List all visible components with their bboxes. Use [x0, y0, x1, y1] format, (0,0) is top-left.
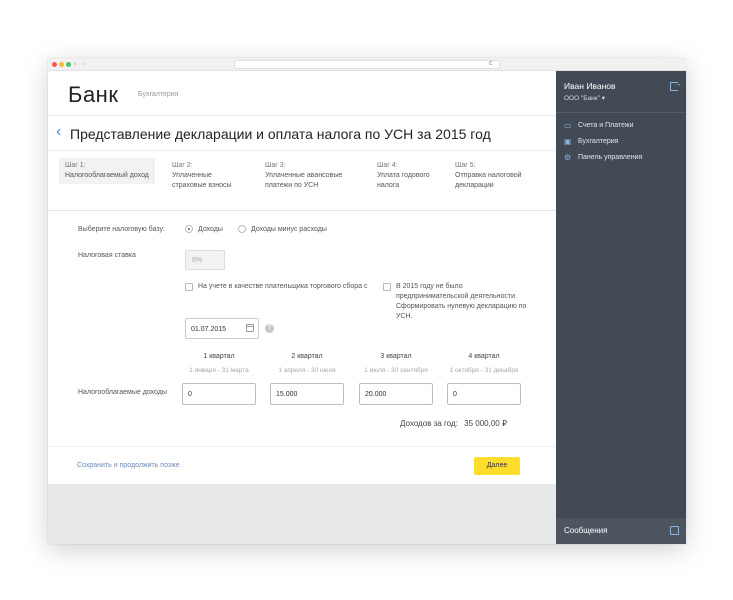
sidebar-item-label: Счета и Платежи — [578, 122, 634, 129]
calendar-icon[interactable] — [246, 324, 254, 332]
close-window-button[interactable] — [52, 62, 57, 67]
quarter-2-title: 2 квартал — [291, 353, 323, 360]
tax-rate-field: 6% — [185, 250, 225, 270]
logout-icon[interactable] — [670, 79, 682, 91]
step-5[interactable]: Шаг 5: Отправка налоговой декларации — [455, 158, 529, 194]
main-content: Банк Бухгалтерия ‹ Представление деклара… — [48, 71, 556, 544]
quarter-3-range: 1 июля - 30 сентября — [364, 367, 428, 374]
annual-income-total: Доходов за год: 35 000,00 ₽ — [400, 419, 507, 428]
wallet-icon: ▭ — [564, 121, 572, 130]
step-number: Шаг 1: — [65, 162, 86, 169]
step-number: Шаг 2: — [172, 162, 193, 169]
radio-income-minus-expenses[interactable] — [238, 225, 246, 233]
sidebar-item-accounting[interactable]: ▣ Бухгалтерия — [564, 137, 618, 147]
sidebar-item-accounts[interactable]: ▭ Счета и Платежи — [564, 121, 634, 131]
sidebar-item-label: Панель управления — [578, 154, 643, 161]
messages-bar[interactable]: Сообщения — [556, 518, 686, 544]
quarter-4-income-input[interactable]: 0 — [447, 383, 521, 405]
step-label: Налогооблагаемый доход — [65, 172, 149, 179]
quarter-4-title: 4 квартал — [468, 353, 500, 360]
step-label: Отправка налоговой декларации — [455, 172, 522, 189]
page-title: Представление декларации и оплата налога… — [70, 126, 491, 142]
tax-base-label: Выберите налоговую базу: — [78, 226, 165, 233]
radio-income-minus-expenses-label[interactable]: Доходы минус расходы — [251, 226, 327, 233]
no-activity-checkbox[interactable] — [383, 283, 391, 291]
back-arrow-icon[interactable]: ‹ — [56, 123, 61, 141]
browser-forward-icon[interactable]: › — [82, 59, 85, 69]
compose-icon[interactable] — [670, 526, 679, 535]
step-4[interactable]: Шаг 4: Уплата годового налога — [377, 158, 437, 194]
browser-window: ‹ › c Банк Бухгалтерия ‹ Представление д… — [48, 58, 686, 544]
quarter-4-range: 1 октября - 31 декабря — [449, 367, 519, 374]
maximize-window-button[interactable] — [66, 62, 71, 67]
next-button[interactable]: Далее — [474, 457, 520, 475]
app-header: Банк Бухгалтерия — [48, 71, 556, 116]
quarter-2-income-input[interactable]: 15.000 — [270, 383, 344, 405]
save-later-link[interactable]: Сохранить и продолжить позже — [77, 462, 180, 469]
no-activity-checkbox-label[interactable]: В 2015 году не было предпринимательской … — [396, 282, 532, 322]
minimize-window-button[interactable] — [59, 62, 64, 67]
quarter-2-range: 1 апреля - 30 июня — [278, 367, 336, 374]
sidebar-item-control-panel[interactable]: ⚙ Панель управления — [564, 153, 642, 163]
organization-selector[interactable]: ООО "Банк" ▾ — [564, 94, 605, 102]
calendar-icon: ▣ — [564, 137, 572, 146]
step-2[interactable]: Шаг 2: Уплаченные страховые взносы — [172, 158, 242, 194]
total-label: Доходов за год: — [400, 419, 458, 428]
sidebar: Иван Иванов ООО "Банк" ▾ ▭ Счета и Платеж… — [556, 71, 686, 544]
bottom-background — [48, 484, 556, 544]
address-bar[interactable] — [234, 60, 500, 69]
quarter-1-range: 1 января - 31 марта — [189, 367, 249, 374]
radio-income[interactable] — [185, 225, 193, 233]
quarter-3-income-input[interactable]: 20.000 — [359, 383, 433, 405]
wizard-steps: Шаг 1: Налогооблагаемый доход Шаг 2: Упл… — [48, 151, 556, 211]
form-footer: Сохранить и продолжить позже Далее — [48, 446, 556, 484]
quarter-1-income-input[interactable]: 0 — [182, 383, 256, 405]
step-1[interactable]: Шаг 1: Налогооблагаемый доход — [59, 158, 155, 184]
gear-icon: ⚙ — [564, 153, 572, 162]
bank-logo[interactable]: Банк — [68, 82, 118, 108]
section-subtitle: Бухгалтерия — [138, 91, 179, 98]
step-label: Уплата годового налога — [377, 172, 430, 189]
step-number: Шаг 4: — [377, 162, 398, 169]
step-number: Шаг 3: — [265, 162, 286, 169]
browser-chrome: ‹ › c — [48, 58, 686, 71]
trade-fee-checkbox[interactable] — [185, 283, 193, 291]
step-label: Уплаченные авансовые платежи по УСН — [265, 172, 343, 189]
income-form: Выберите налоговую базу: Доходы Доходы м… — [48, 212, 556, 446]
user-name[interactable]: Иван Иванов — [564, 81, 616, 91]
sidebar-item-label: Бухгалтерия — [578, 138, 619, 145]
taxable-income-label: Налогооблагаемые доходы — [78, 389, 167, 396]
quarter-3-title: 3 квартал — [380, 353, 412, 360]
step-number: Шаг 5: — [455, 162, 476, 169]
step-label: Уплаченные страховые взносы — [172, 172, 232, 189]
messages-label: Сообщения — [564, 526, 608, 535]
tax-rate-label: Налоговая ставка — [78, 252, 136, 259]
browser-back-icon[interactable]: ‹ — [74, 59, 77, 69]
quarter-1-title: 1 квартал — [203, 353, 235, 360]
radio-income-label[interactable]: Доходы — [198, 226, 223, 233]
title-bar: ‹ Представление декларации и оплата нало… — [48, 117, 556, 151]
reload-icon[interactable]: c — [489, 59, 493, 69]
total-value: 35 000,00 ₽ — [464, 419, 508, 428]
help-icon[interactable]: ? — [265, 324, 274, 333]
step-3[interactable]: Шаг 3: Уплаченные авансовые платежи по У… — [265, 158, 349, 194]
trade-fee-checkbox-label[interactable]: На учете в качестве плательщика торговог… — [198, 282, 374, 292]
sidebar-divider — [556, 112, 686, 113]
